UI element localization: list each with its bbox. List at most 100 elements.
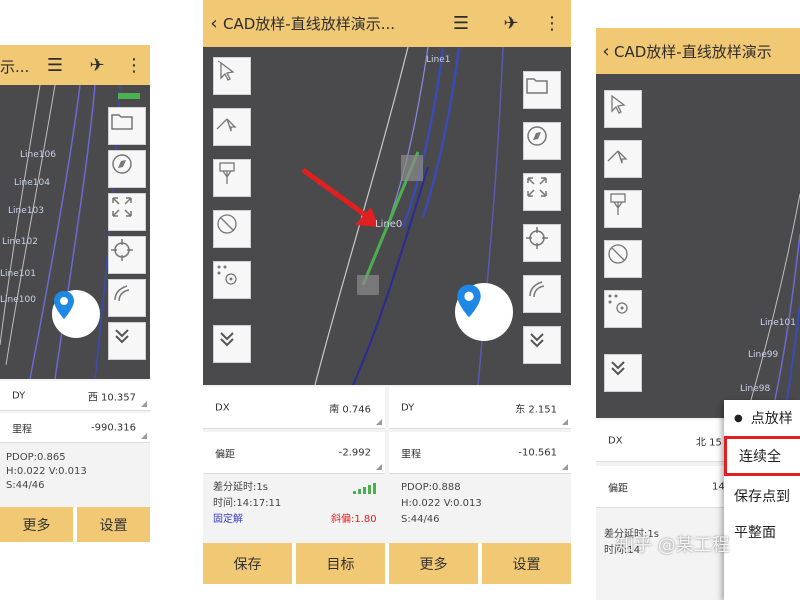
field-dy[interactable]: DY 西 10.357 <box>0 381 150 411</box>
menu-item-label: 连续全 <box>739 449 781 465</box>
more-popup-menu: ● 点放样 连续全 保存点到 平整面 <box>724 400 800 600</box>
field-dx[interactable]: DX 南 0.746 <box>203 387 385 429</box>
crosshair-icon <box>526 227 548 249</box>
expand-tools-button[interactable] <box>108 322 146 360</box>
location-pin-button[interactable] <box>52 290 100 338</box>
layers-tool[interactable] <box>523 275 561 313</box>
field-value: -10.561 <box>518 447 557 458</box>
compass-icon <box>527 126 547 146</box>
cursor-icon <box>217 60 235 81</box>
line-label: Line99 <box>748 350 779 360</box>
compass-tool[interactable] <box>108 150 146 188</box>
menu-item-label: 保存点到 <box>734 489 790 505</box>
field-mileage[interactable]: 里程 -10.561 <box>389 432 571 474</box>
compass-tool[interactable] <box>523 122 561 160</box>
status-text: PDOP:0.865 <box>6 452 66 463</box>
open-folder-tool[interactable] <box>108 107 146 145</box>
dropdown-corner-icon <box>562 419 568 425</box>
back-chevron-icon[interactable]: ‹ <box>205 0 223 47</box>
target-button[interactable]: 目标 <box>296 543 385 584</box>
location-pin-button[interactable] <box>455 283 513 341</box>
line-label: Line101 <box>760 318 796 328</box>
right-map-canvas[interactable]: Line101 Line99 Line98 <box>596 74 800 418</box>
line-cursor-icon <box>216 118 237 132</box>
save-button[interactable]: 保存 <box>203 543 292 584</box>
point-target-tool[interactable] <box>213 261 251 299</box>
field-dy[interactable]: DY 东 2.151 <box>389 387 571 429</box>
more-vertical-icon[interactable]: ⋮ <box>122 45 146 85</box>
right-title: CAD放样-直线放样演示 <box>614 43 772 61</box>
no-entry-tool[interactable] <box>213 210 251 248</box>
field-offset[interactable]: 偏距 -2.992 <box>203 432 385 474</box>
right-screenshot: ‹ CAD放样-直线放样演示 Line101 Line99 Line98 DX … <box>596 28 800 600</box>
open-folder-tool[interactable] <box>523 71 561 109</box>
pdop-text: PDOP:0.888 <box>401 482 461 493</box>
more-button[interactable]: 更多 <box>389 543 478 584</box>
folder-icon <box>111 114 133 130</box>
right-topbar: ‹ CAD放样-直线放样演示 <box>596 28 800 74</box>
dropdown-corner-icon <box>376 464 382 470</box>
center-button-bar: 保存 目标 更多 设置 <box>203 543 571 584</box>
collapse-tools-button[interactable] <box>523 326 561 364</box>
center-map-canvas[interactable]: Line1 Line0 <box>203 47 571 385</box>
field-value: 东 2.151 <box>515 404 557 415</box>
field-mileage[interactable]: 里程 -990.316 <box>0 413 150 443</box>
settings-button[interactable]: 设置 <box>77 507 150 542</box>
menu-icon[interactable]: ☰ <box>40 45 70 85</box>
layers-icon <box>114 285 130 302</box>
settings-button[interactable]: 设置 <box>482 543 571 584</box>
menu-item-label: 点放样 <box>750 411 793 427</box>
back-chevron-icon[interactable]: ‹ <box>598 28 614 74</box>
expand-icon <box>527 177 547 197</box>
center-map-lines <box>301 47 504 385</box>
crosshair-icon <box>111 239 133 261</box>
layers-tool[interactable] <box>108 279 146 317</box>
fullscreen-tool[interactable] <box>108 193 146 231</box>
stakeout-rover-tool[interactable] <box>604 190 642 228</box>
target-point-icon <box>217 265 237 285</box>
locate-tool[interactable] <box>523 224 561 262</box>
expand-tools-button[interactable] <box>213 325 251 363</box>
line-label: Line106 <box>20 150 56 160</box>
locate-tool[interactable] <box>108 236 146 274</box>
select-pointer-tool[interactable] <box>213 57 251 95</box>
center-title: CAD放样-直线放样演示... <box>223 15 396 33</box>
expand-tools-button[interactable] <box>604 354 642 392</box>
line-label: Line98 <box>740 384 771 394</box>
signal-bars-icon <box>353 482 379 494</box>
chevron-double-down-icon <box>530 333 544 348</box>
line-pointer-tool[interactable] <box>604 140 642 178</box>
left-title: 示... <box>0 58 30 76</box>
more-vertical-icon[interactable]: ⋮ <box>537 0 567 47</box>
satellite-icon[interactable]: ✈ <box>82 45 112 85</box>
center-screenshot: ‹ CAD放样-直线放样演示... ☰ ✈ ⋮ Line1 Line0 DX 南… <box>203 0 571 584</box>
expand-icon <box>112 197 132 217</box>
precision-text: H:0.022 V:0.013 <box>401 498 482 509</box>
left-topbar: 示... ☰ ✈ ⋮ <box>0 45 150 85</box>
menu-item-save-point[interactable]: 保存点到 <box>724 478 800 514</box>
more-button[interactable]: 更多 <box>0 507 73 542</box>
left-screenshot: 示... ☰ ✈ ⋮ Line106 Line104 Line103 Line1… <box>0 45 150 542</box>
compass-icon <box>112 154 132 174</box>
left-map-canvas[interactable]: Line106 Line104 Line103 Line102 Line101 … <box>0 85 150 379</box>
line-pointer-tool[interactable] <box>213 108 251 146</box>
field-label: 偏距 <box>608 483 628 494</box>
satellite-icon[interactable]: ✈ <box>493 0 529 47</box>
satellite-count-text: S:44/46 <box>401 514 440 525</box>
center-info-panel: DX 南 0.746 DY 东 2.151 偏距 -2.992 里程 -10.5… <box>203 385 571 543</box>
point-target-tool[interactable] <box>604 290 642 328</box>
menu-item-continuous[interactable]: 连续全 <box>724 436 800 476</box>
field-value: 北 15 <box>696 437 722 448</box>
stakeout-rover-tool[interactable] <box>213 159 251 197</box>
select-pointer-tool[interactable] <box>604 90 642 128</box>
center-topbar: ‹ CAD放样-直线放样演示... ☰ ✈ ⋮ <box>203 0 571 47</box>
menu-item-point-stakeout[interactable]: ● 点放样 <box>724 400 800 436</box>
no-entry-tool[interactable] <box>604 240 642 278</box>
menu-icon[interactable]: ☰ <box>443 0 479 47</box>
line-label: Line101 <box>0 269 36 279</box>
dropdown-corner-icon <box>562 464 568 470</box>
fullscreen-tool[interactable] <box>523 173 561 211</box>
menu-item-label: 平整面 <box>734 525 776 541</box>
menu-item-level-surface[interactable]: 平整面 <box>724 514 800 550</box>
location-pin-icon <box>54 291 74 319</box>
